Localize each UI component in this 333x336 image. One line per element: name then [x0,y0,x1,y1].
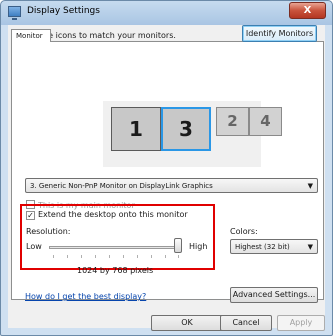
ok-button[interactable]: OK [151,315,223,331]
extend-desktop-checkbox[interactable]: ✓ [26,211,35,220]
resolution-low-label: Low [26,242,42,251]
slider-tick [137,255,138,258]
monitor-arrangement: 1 3 2 4 [103,101,282,167]
identify-monitors-button[interactable]: Identify Monitors [242,25,317,42]
slider-tick [109,255,110,258]
monitor-2-icon[interactable]: 2 [216,107,249,136]
dialog-body: Monitor [8,25,325,328]
cancel-button[interactable]: Cancel [220,315,272,331]
chevron-down-icon: ▼ [307,243,313,251]
slider-tick [165,255,166,258]
slider-tick [53,255,54,258]
window-title: Display Settings [27,6,100,16]
slider-tick [178,255,179,258]
monitor-3-icon[interactable]: 3 [161,107,211,151]
close-button[interactable]: X [289,2,326,19]
monitor-dropdown[interactable]: 3. Generic Non-PnP Monitor on DisplayLin… [25,178,318,193]
resolution-slider-track[interactable] [49,246,181,249]
resolution-label: Resolution: [26,227,71,236]
monitor-1-icon[interactable]: 1 [111,107,161,151]
slider-tick [95,255,96,258]
extend-desktop-label: Extend the desktop onto this monitor [38,210,188,219]
colors-dropdown[interactable]: Highest (32 bit) ▼ [230,239,318,254]
title-bar[interactable]: Display Settings X [1,1,332,25]
slider-tick [81,255,82,258]
best-display-help-link[interactable]: How do I get the best display? [25,292,146,301]
chevron-down-icon: ▼ [307,182,313,190]
slider-tick [67,255,68,258]
resolution-value: 1024 by 768 pixels [77,266,154,275]
colors-label: Colors: [230,227,258,236]
extend-desktop-checkbox-row[interactable]: ✓ Extend the desktop onto this monitor [26,210,188,220]
display-settings-window: Display Settings X Monitor Drag the icon… [0,0,333,336]
apply-button[interactable]: Apply [277,315,325,331]
monitor-dropdown-value: 3. Generic Non-PnP Monitor on DisplayLin… [30,182,213,190]
monitor-4-icon[interactable]: 4 [249,107,282,136]
slider-tick [123,255,124,258]
tab-monitor[interactable]: Monitor [11,29,51,42]
resolution-high-label: High [189,242,208,251]
display-icon [8,6,21,20]
advanced-settings-button[interactable]: Advanced Settings... [230,287,318,303]
colors-dropdown-value: Highest (32 bit) [235,243,290,251]
slider-tick [151,255,152,258]
resolution-slider-thumb[interactable] [174,238,182,253]
